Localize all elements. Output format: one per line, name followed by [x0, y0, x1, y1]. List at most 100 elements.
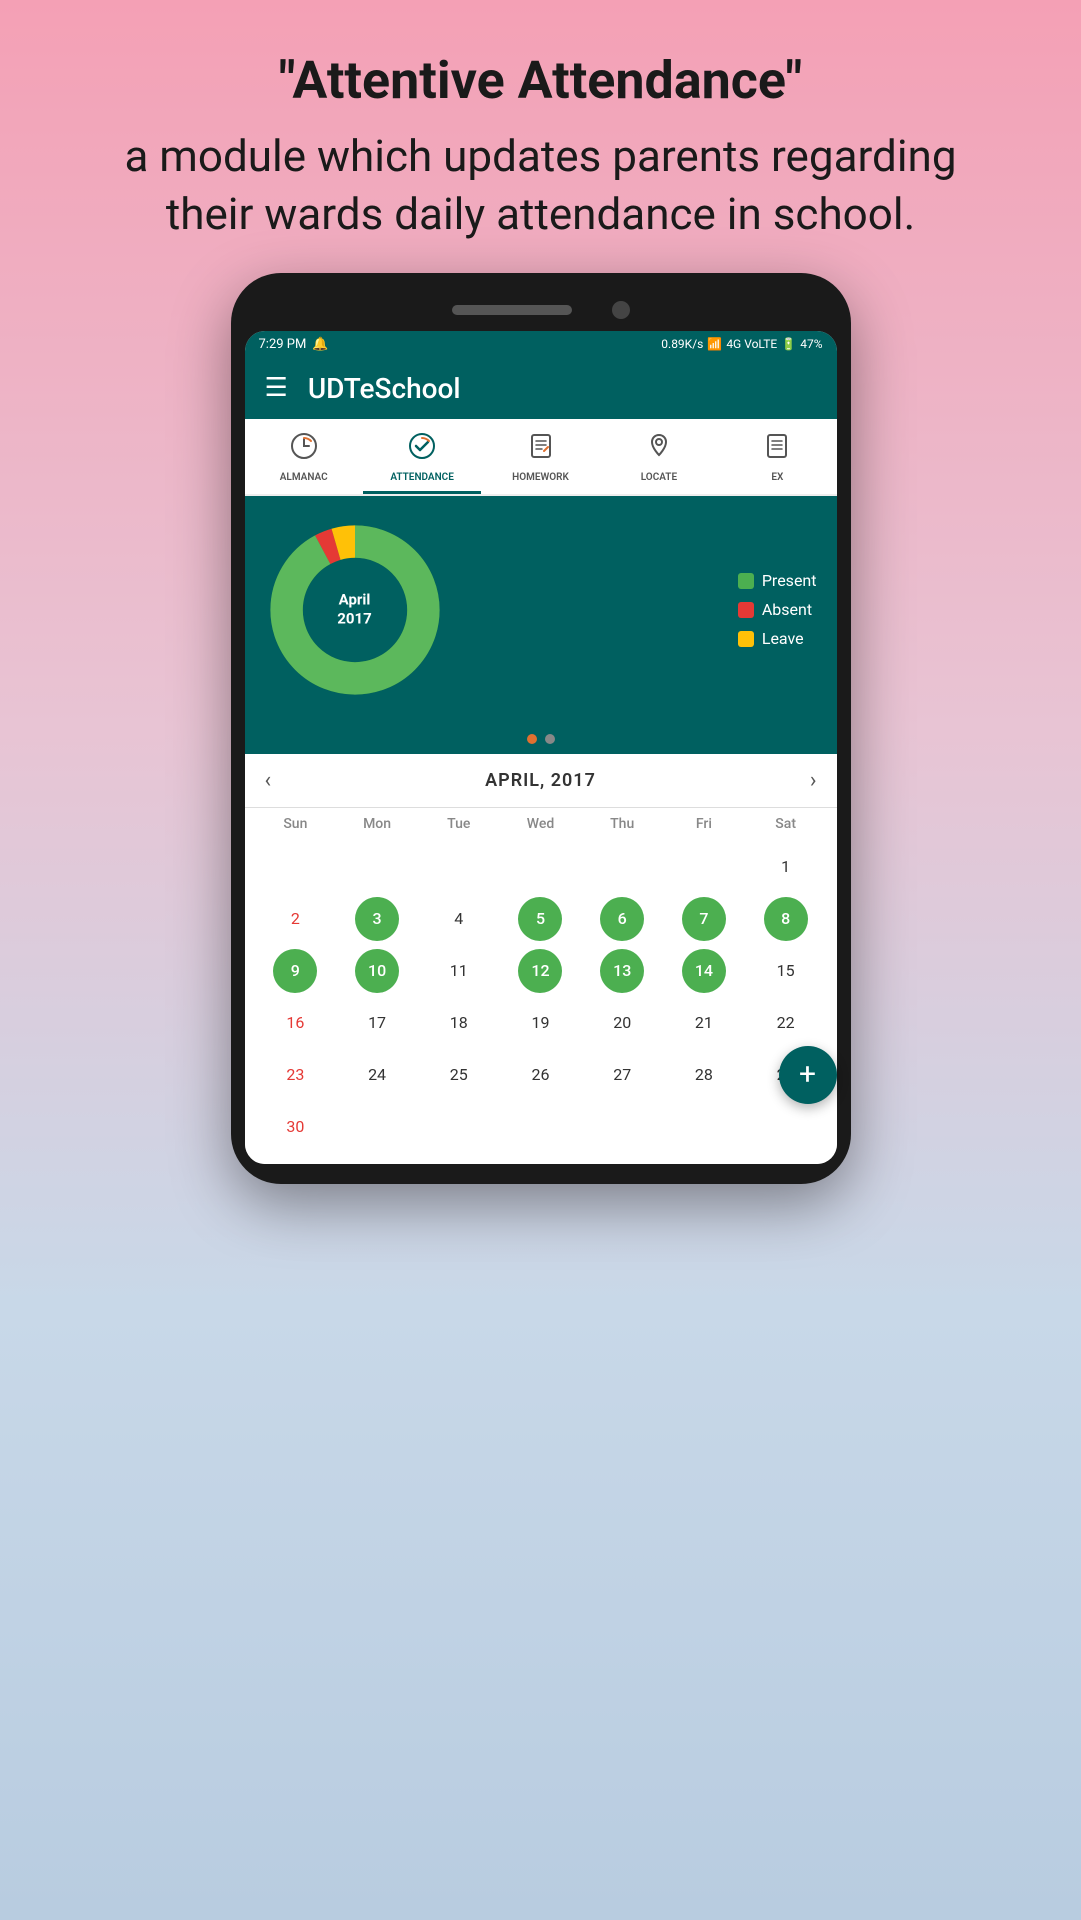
app-title: UDTeSchool	[308, 372, 461, 405]
legend-present: Present	[738, 571, 817, 590]
tab-ex-label: EX	[771, 472, 783, 483]
carousel-dots	[245, 724, 837, 754]
cal-day-empty	[600, 845, 644, 889]
cal-day-25[interactable]: 25	[437, 1053, 481, 1097]
absent-label: Absent	[762, 600, 812, 619]
tab-ex[interactable]: EX	[718, 419, 836, 494]
cal-day-7[interactable]: 7	[682, 897, 726, 941]
cal-day-11[interactable]: 11	[437, 949, 481, 993]
tab-homework[interactable]: HOMEWORK	[481, 419, 599, 494]
cal-day-9[interactable]: 9	[273, 949, 317, 993]
cal-day-empty	[682, 845, 726, 889]
cal-day-21[interactable]: 21	[682, 1001, 726, 1045]
cal-day-empty	[355, 1105, 399, 1149]
chart-section: April 2017 Present Absent Lea	[245, 496, 837, 724]
cal-row-3: 9 10 11 12 13 14 15	[255, 946, 827, 996]
dot-2	[545, 734, 555, 744]
cal-day-10[interactable]: 10	[355, 949, 399, 993]
cal-day-22[interactable]: 22	[764, 1001, 808, 1045]
tab-almanac-label: ALMANAC	[280, 472, 328, 483]
ex-icon	[762, 431, 792, 468]
cal-day-19[interactable]: 19	[518, 1001, 562, 1045]
legend-leave: Leave	[738, 629, 817, 648]
cal-day-28[interactable]: 28	[682, 1053, 726, 1097]
prev-month-button[interactable]: ‹	[265, 768, 272, 793]
speed: 0.89K/s	[661, 337, 703, 351]
calendar-section: ‹ APRIL, 2017 › Sun Mon Tue Wed Thu Fri …	[245, 754, 837, 1164]
tab-attendance[interactable]: ATTENDANCE	[363, 419, 481, 494]
tab-locate[interactable]: LOCATE	[600, 419, 718, 494]
calendar-title: APRIL, 2017	[485, 770, 596, 791]
cal-day-16[interactable]: 16	[273, 1001, 317, 1045]
header-mon: Mon	[336, 816, 418, 832]
header-sun: Sun	[255, 816, 337, 832]
next-month-button[interactable]: ›	[810, 768, 817, 793]
time: 7:29 PM	[259, 337, 307, 352]
cal-day-empty	[764, 1105, 808, 1149]
page-header: "Attentive Attendance" a module which up…	[44, 0, 1036, 273]
cal-day-5[interactable]: 5	[518, 897, 562, 941]
tab-almanac[interactable]: ALMANAC	[245, 419, 363, 494]
calendar-header: ‹ APRIL, 2017 ›	[245, 754, 837, 808]
legend-absent: Absent	[738, 600, 817, 619]
header-sat: Sat	[745, 816, 827, 832]
cal-day-empty	[437, 845, 481, 889]
cal-day-empty	[518, 1105, 562, 1149]
cal-day-empty	[355, 845, 399, 889]
tab-locate-label: LOCATE	[641, 472, 677, 483]
locate-icon	[644, 431, 674, 468]
speaker	[452, 305, 572, 315]
almanac-icon	[289, 431, 319, 468]
headline: "Attentive Attendance"	[124, 50, 956, 112]
cal-day-empty	[273, 845, 317, 889]
cal-row-4: 16 17 18 19 20 21 22	[255, 998, 827, 1048]
camera	[612, 301, 630, 319]
cal-row-2: 2 3 4 5 6 7 8	[255, 894, 827, 944]
battery-icon: 🔋	[781, 337, 796, 351]
cal-day-30[interactable]: 30	[273, 1105, 317, 1149]
dot-1	[527, 734, 537, 744]
leave-label: Leave	[762, 629, 804, 648]
absent-dot	[738, 602, 754, 618]
attendance-icon	[407, 431, 437, 468]
cal-day-23[interactable]: 23	[273, 1053, 317, 1097]
cal-day-empty	[437, 1105, 481, 1149]
donut-chart: April 2017	[265, 520, 445, 700]
present-label: Present	[762, 571, 817, 590]
cal-row-1: 1	[255, 842, 827, 892]
tab-attendance-label: ATTENDANCE	[390, 472, 454, 483]
cal-day-26[interactable]: 26	[518, 1053, 562, 1097]
cal-row-6: 30	[255, 1102, 827, 1152]
chart-legend: Present Absent Leave	[738, 571, 817, 648]
cal-day-18[interactable]: 18	[437, 1001, 481, 1045]
fab-button[interactable]: +	[779, 1046, 837, 1104]
cal-day-17[interactable]: 17	[355, 1001, 399, 1045]
cal-day-20[interactable]: 20	[600, 1001, 644, 1045]
cal-day-13[interactable]: 13	[600, 949, 644, 993]
nav-tabs: ALMANAC ATTENDANCE	[245, 419, 837, 496]
cal-day-6[interactable]: 6	[600, 897, 644, 941]
status-icon: 🔔	[312, 337, 328, 352]
phone-screen: 7:29 PM 🔔 0.89K/s 📶 4G VoLTE 🔋 47% ☰ UDT…	[245, 331, 837, 1164]
cal-day-2[interactable]: 2	[273, 897, 317, 941]
header-tue: Tue	[418, 816, 500, 832]
present-dot	[738, 573, 754, 589]
status-right: 0.89K/s 📶 4G VoLTE 🔋 47%	[661, 337, 822, 351]
cal-day-1[interactable]: 1	[764, 845, 808, 889]
cal-row-5: 23 24 25 26 27 28 29	[255, 1050, 827, 1100]
cal-day-27[interactable]: 27	[600, 1053, 644, 1097]
network: 4G VoLTE	[726, 337, 777, 351]
cal-day-empty	[600, 1105, 644, 1149]
header-thu: Thu	[581, 816, 663, 832]
cal-day-12[interactable]: 12	[518, 949, 562, 993]
cal-day-3[interactable]: 3	[355, 897, 399, 941]
menu-icon[interactable]: ☰	[265, 373, 288, 403]
cal-day-4[interactable]: 4	[437, 897, 481, 941]
cal-day-8[interactable]: 8	[764, 897, 808, 941]
subheadline: a module which updates parents regarding…	[124, 128, 956, 242]
calendar-grid: Sun Mon Tue Wed Thu Fri Sat	[245, 808, 837, 1164]
cal-day-15[interactable]: 15	[764, 949, 808, 993]
cal-day-14[interactable]: 14	[682, 949, 726, 993]
header-fri: Fri	[663, 816, 745, 832]
cal-day-24[interactable]: 24	[355, 1053, 399, 1097]
